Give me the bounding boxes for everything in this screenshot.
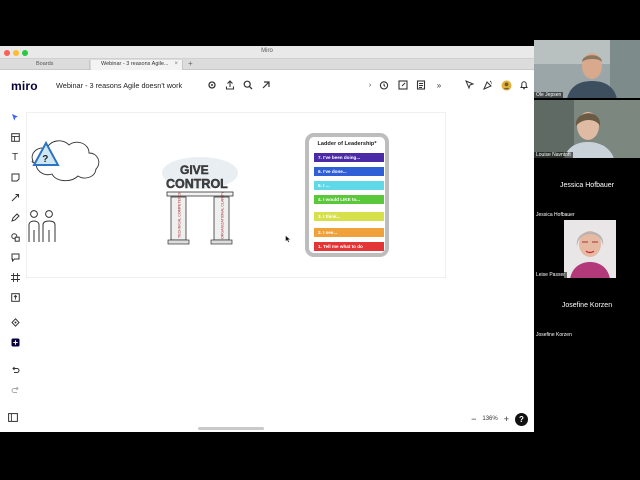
close-icon[interactable]: × — [174, 61, 178, 67]
apps-icon[interactable] — [260, 79, 272, 91]
ladder-rung-label: 5. I ... — [318, 183, 330, 188]
select-icon[interactable] — [8, 110, 22, 124]
board-list-icon[interactable] — [6, 410, 20, 424]
tab-strip: Boards Webinar - 3 reasons Agile... × + — [0, 59, 534, 70]
frame-icon[interactable] — [8, 270, 22, 284]
board-title[interactable]: Webinar - 3 reasons Agile doesn't work — [56, 81, 182, 90]
miro-logo: miro — [11, 79, 38, 93]
ladder-rung-label: 3. I think... — [318, 214, 341, 219]
participant-tile[interactable]: Ole Jepsen — [534, 40, 640, 99]
app-bar: miro Webinar - 3 reasons Agile doesn't w… — [0, 71, 534, 99]
participant-video — [534, 100, 640, 158]
ladder-rung: 1. Tell me what to do — [314, 242, 384, 251]
comment-icon[interactable] — [8, 250, 22, 264]
left-toolbar: T — [5, 108, 25, 424]
participant-name: Ole Jepsen — [534, 92, 564, 98]
shapes-icon[interactable] — [8, 230, 22, 244]
ladder-rung: 7. I've been doing... — [314, 153, 384, 162]
zoom-out-button[interactable]: − — [471, 414, 476, 424]
upload-icon[interactable] — [224, 79, 236, 91]
tab-label: Webinar - 3 reasons Agile... — [101, 61, 169, 67]
gear-icon[interactable] — [206, 79, 218, 91]
participant-tile[interactable]: Leise Passer — [534, 220, 640, 279]
warning-cloud-sketch[interactable]: ? — [25, 131, 105, 191]
participant-name: Josefine Korzen — [534, 332, 574, 338]
participant-video — [564, 220, 616, 278]
people-sketch[interactable] — [27, 208, 61, 244]
participant-tile[interactable]: Josefine Korzen Josefine Korzen — [534, 280, 640, 339]
give-control-sketch[interactable]: GIVE CONTROL TECHNICAL COMPETENCE ORGANI… — [159, 157, 241, 245]
tab-label: Boards — [36, 61, 54, 67]
participant-video — [534, 40, 640, 98]
tab-board[interactable]: Webinar - 3 reasons Agile... × — [91, 60, 183, 70]
zoom-level[interactable]: 136% — [482, 416, 497, 422]
board-canvas[interactable]: ? GIVE CONTROL TECHNICAL COMPETENCE ORGA… — [26, 112, 446, 278]
ladder-rung: 4. I would LIKE to... — [314, 195, 384, 204]
new-tab-button[interactable]: + — [188, 59, 193, 68]
ladder-rung-label: 1. Tell me what to do — [318, 244, 363, 249]
participant-display-name: Jessica Hofbauer — [559, 182, 615, 189]
miro-window: Miro Boards Webinar - 3 reasons Agile...… — [0, 46, 534, 432]
redo-icon[interactable] — [8, 382, 22, 396]
text-icon[interactable]: T — [8, 150, 22, 164]
screen: Miro Boards Webinar - 3 reasons Agile...… — [0, 0, 640, 480]
ladder-rung: 2. I see... — [314, 228, 384, 237]
participant-tile[interactable]: Jessica Hofbauer Jessica Hofbauer — [534, 160, 640, 219]
apps-tool-icon[interactable] — [8, 315, 22, 329]
participant-name: Louise Navntoft — [534, 152, 573, 158]
warning-question-mark: ? — [42, 154, 48, 165]
upload-tool-icon[interactable] — [8, 290, 22, 304]
mouse-cursor-icon — [285, 235, 291, 243]
bell-icon[interactable] — [518, 79, 530, 91]
templates-icon[interactable] — [8, 130, 22, 144]
control-text: CONTROL — [166, 177, 228, 191]
frame-export-icon[interactable] — [397, 79, 409, 91]
more-chevron-icon[interactable]: » — [433, 79, 445, 91]
ladder-rung: 6. I've done... — [314, 167, 384, 176]
horizontal-scrollbar[interactable] — [198, 427, 264, 430]
ladder-rung-label: 4. I would LIKE to... — [318, 197, 361, 202]
pillar-right-text: ORGANIZATIONAL CLARITY — [221, 191, 225, 239]
ladder-rung-label: 7. I've been doing... — [318, 155, 361, 160]
avatar[interactable] — [500, 79, 512, 91]
ladder-rung-label: 2. I see... — [318, 230, 338, 235]
zoom-controls: − 136% + ? — [471, 412, 528, 426]
participant-name: Jessica Hofbauer — [534, 212, 577, 218]
participant-display-name: Josefine Korzen — [561, 302, 613, 309]
timer-icon[interactable] — [378, 79, 390, 91]
connector-icon[interactable] — [8, 190, 22, 204]
celebrate-icon[interactable] — [482, 79, 494, 91]
tab-boards[interactable]: Boards — [0, 60, 90, 70]
ladder-rung: 3. I think... — [314, 212, 384, 221]
ladder-rung-label: 6. I've done... — [318, 169, 347, 174]
zoom-in-button[interactable]: + — [504, 414, 509, 424]
search-icon[interactable] — [242, 79, 254, 91]
title-bar: Miro — [0, 46, 534, 59]
pillar-left-text: TECHNICAL COMPETENCE — [178, 191, 182, 238]
chevron-right-icon[interactable]: › — [364, 79, 376, 91]
cursor-icon[interactable] — [464, 79, 476, 91]
window-title: Miro — [261, 48, 273, 54]
pen-icon[interactable] — [8, 210, 22, 224]
participant-tile[interactable]: Louise Navntoft — [534, 100, 640, 159]
undo-icon[interactable] — [8, 362, 22, 376]
video-panel: Ole Jepsen Louise Navntoft Jessica Hofba… — [534, 40, 640, 339]
ladder-of-leadership[interactable]: Ladder of Leadership* 7. I've been doing… — [305, 133, 389, 257]
ladder-rung: 5. I ... — [314, 181, 384, 190]
add-icon[interactable] — [8, 335, 22, 349]
ladder-title: Ladder of Leadership* — [317, 141, 377, 147]
notes-icon[interactable] — [415, 79, 427, 91]
give-text: GIVE — [180, 163, 209, 177]
sticky-note-icon[interactable] — [8, 170, 22, 184]
help-icon[interactable]: ? — [515, 412, 528, 426]
participant-name: Leise Passer — [534, 272, 567, 278]
